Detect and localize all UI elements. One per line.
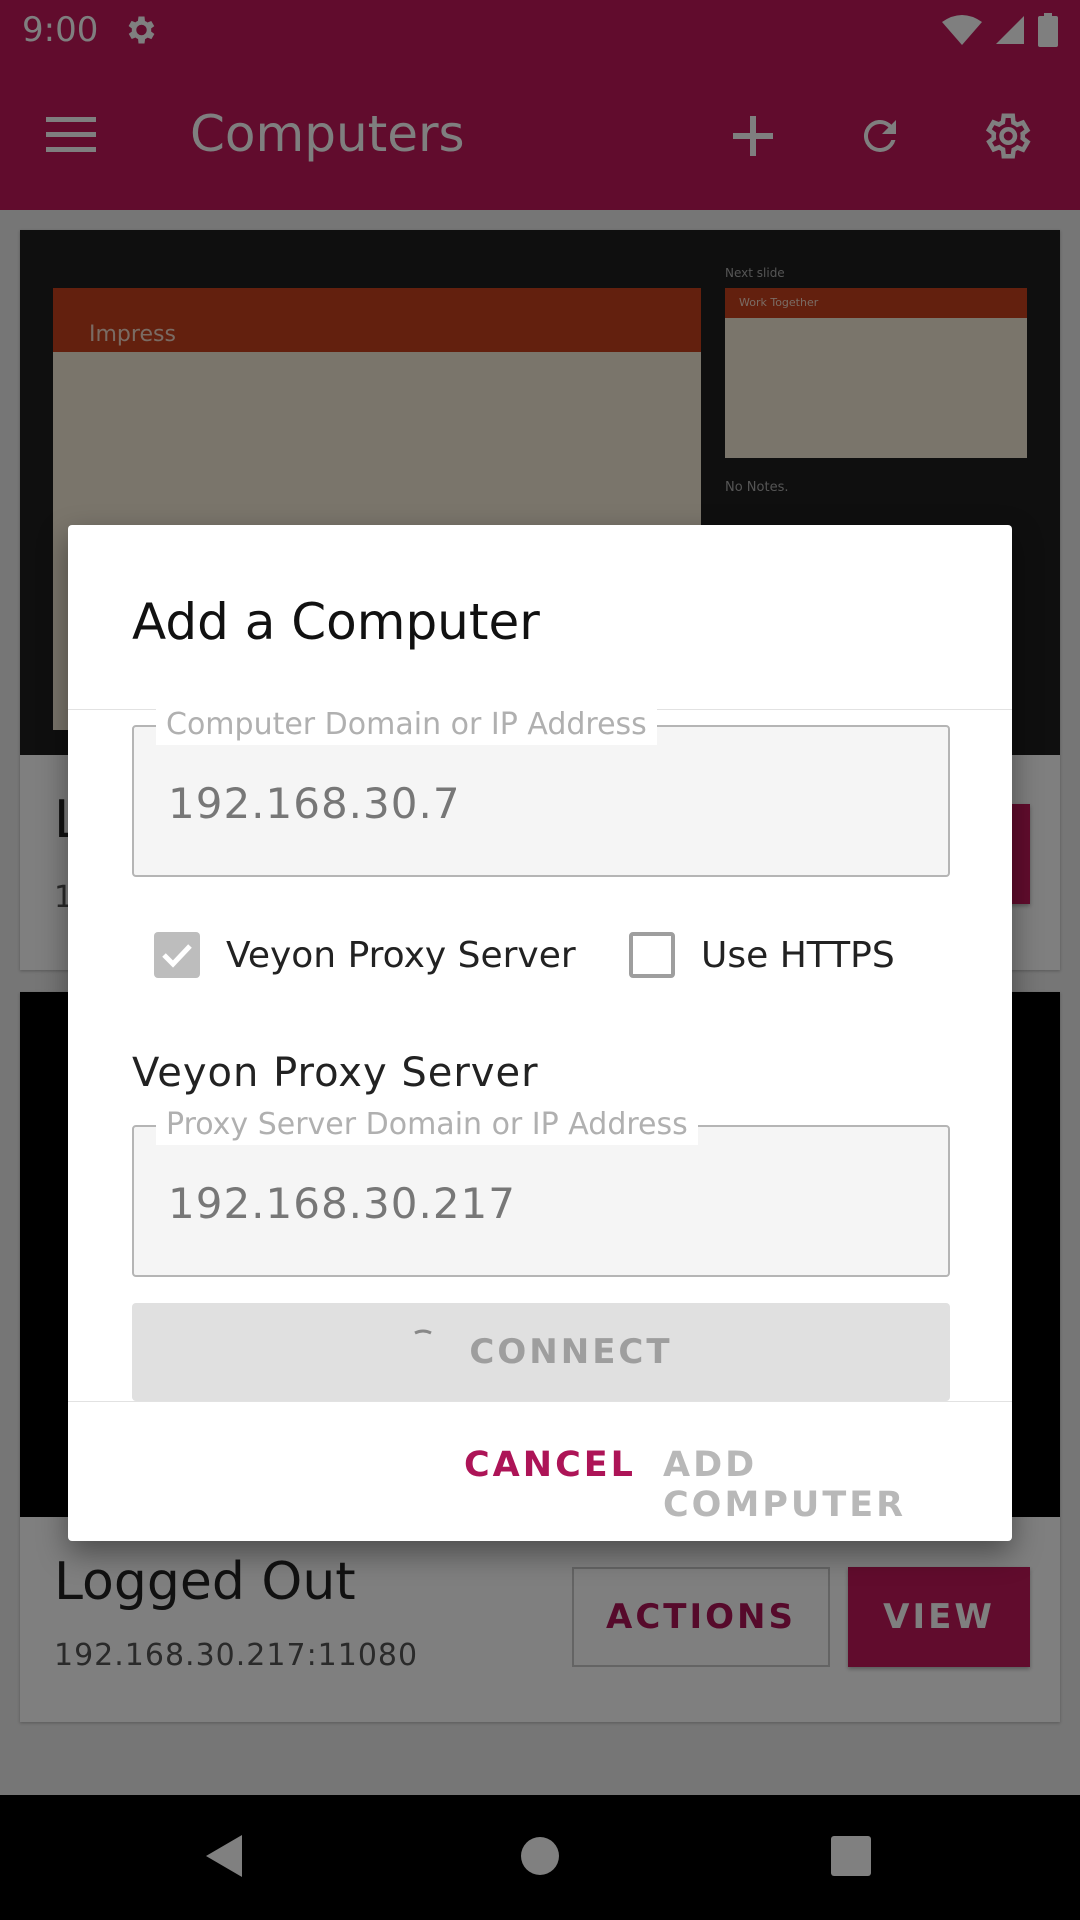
connect-label: CONNECT [469,1332,673,1372]
divider [68,1401,1012,1402]
loading-spinner-icon [414,1329,433,1335]
add-computer-button[interactable]: ADD COMPUTER [663,1445,1012,1525]
proxy-checkbox[interactable]: Veyon Proxy Server [154,932,576,978]
back-icon[interactable] [204,1833,244,1883]
cancel-button[interactable]: CANCEL [464,1445,636,1485]
checkbox-unchecked-icon [629,932,675,978]
proxy-address-value: 192.168.30.217 [168,1179,516,1228]
https-checkbox[interactable]: Use HTTPS [629,932,895,978]
dialog-title: Add a Computer [132,593,540,651]
proxy-checkbox-label: Veyon Proxy Server [226,934,576,976]
connect-button[interactable]: CONNECT [132,1303,950,1401]
recents-icon[interactable] [830,1833,872,1883]
computer-address-label: Computer Domain or IP Address [156,705,657,745]
https-checkbox-label: Use HTTPS [701,934,895,976]
add-computer-dialog: Add a Computer Computer Domain or IP Add… [68,525,1012,1541]
navigation-bar [0,1795,1080,1920]
computer-address-value: 192.168.30.7 [168,779,461,828]
proxy-address-label: Proxy Server Domain or IP Address [156,1105,698,1145]
checkbox-checked-icon [154,932,200,978]
home-icon[interactable] [520,1833,560,1883]
proxy-section-title: Veyon Proxy Server [132,1050,539,1096]
proxy-address-field[interactable]: Proxy Server Domain or IP Address 192.16… [132,1105,950,1277]
computer-address-field[interactable]: Computer Domain or IP Address 192.168.30… [132,705,950,877]
